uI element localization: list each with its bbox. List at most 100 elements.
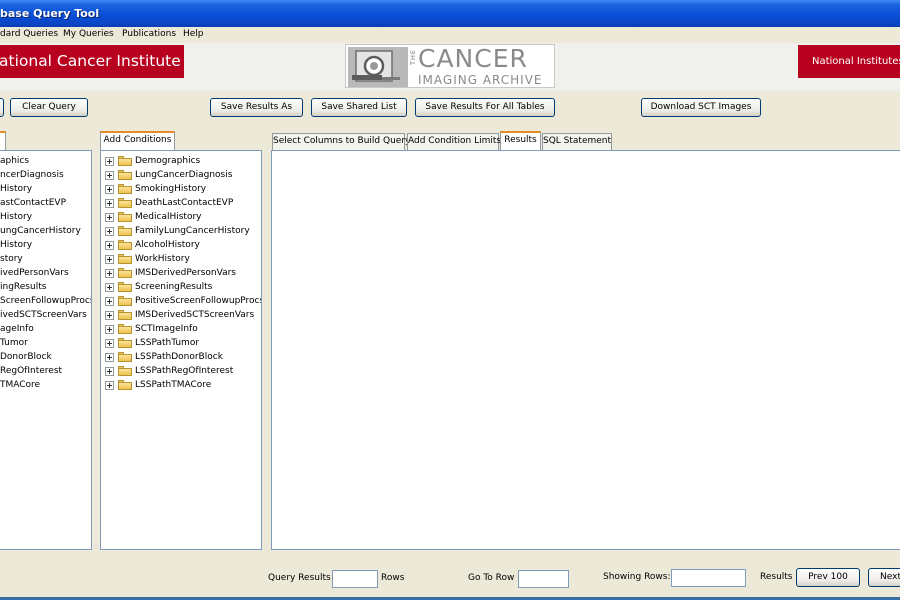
- left-tree-item[interactable]: story: [0, 252, 23, 266]
- left-panel-tab[interactable]: [0, 131, 6, 151]
- expand-plus-icon[interactable]: [105, 297, 114, 306]
- condition-tree-item[interactable]: SCTImageInfo: [101, 322, 261, 336]
- nci-logo-text: ational Cancer Institute: [0, 52, 181, 70]
- left-tree-item[interactable]: RegOfInterest: [0, 364, 62, 378]
- tab-sql-statement[interactable]: SQL Statement: [542, 133, 612, 150]
- expand-plus-icon[interactable]: [105, 199, 114, 208]
- left-tree-item[interactable]: aphics: [0, 154, 29, 168]
- results-pane[interactable]: [271, 150, 900, 550]
- save-shared-list-button[interactable]: Save Shared List: [311, 98, 407, 117]
- tab-results[interactable]: Results: [500, 131, 541, 150]
- left-tree-item[interactable]: History: [0, 182, 32, 196]
- condition-tree-item[interactable]: FamilyLungCancerHistory: [101, 224, 261, 238]
- condition-tree-label: IMSDerivedPersonVars: [135, 268, 236, 278]
- tab-select-columns[interactable]: Select Columns to Build Query: [272, 133, 410, 150]
- left-tree-item[interactable]: ncerDiagnosis: [0, 168, 64, 182]
- prev-100-button[interactable]: Prev 100: [796, 568, 860, 587]
- condition-tree-item[interactable]: LSSPathDonorBlock: [101, 350, 261, 364]
- folder-icon: [118, 198, 132, 208]
- query-results-field[interactable]: [332, 570, 378, 588]
- expand-plus-icon[interactable]: [105, 353, 114, 362]
- left-tree-item[interactable]: ungCancerHistory: [0, 224, 81, 238]
- condition-tree-item[interactable]: MedicalHistory: [101, 210, 261, 224]
- save-results-all-tables-button[interactable]: Save Results For All Tables: [415, 98, 555, 117]
- condition-tree-label: MedicalHistory: [135, 212, 202, 222]
- condition-tree-item[interactable]: DeathLastContactEVP: [101, 196, 261, 210]
- left-tree-item[interactable]: ingResults: [0, 280, 46, 294]
- menu-my-queries[interactable]: My Queries: [63, 29, 114, 39]
- condition-tree-item[interactable]: LungCancerDiagnosis: [101, 168, 261, 182]
- window-title: base Query Tool: [0, 7, 100, 20]
- condition-tree-item[interactable]: IMSDerivedSCTScreenVars: [101, 308, 261, 322]
- condition-tree-label: SCTImageInfo: [135, 324, 198, 334]
- condition-tree-item[interactable]: LSSPathTumor: [101, 336, 261, 350]
- go-to-row-label: Go To Row: [468, 573, 515, 583]
- nih-logo-text: National Institutes: [812, 56, 900, 67]
- left-tree-item[interactable]: Tumor: [0, 336, 28, 350]
- expand-plus-icon[interactable]: [105, 185, 114, 194]
- expand-plus-icon[interactable]: [105, 171, 114, 180]
- results-label: Results: [760, 572, 793, 582]
- condition-tree-item[interactable]: ScreeningResults: [101, 280, 261, 294]
- expand-plus-icon[interactable]: [105, 339, 114, 348]
- expand-plus-icon[interactable]: [105, 269, 114, 278]
- folder-icon: [118, 170, 132, 180]
- status-bar: Query Results Rows Go To Row Showing Row…: [0, 560, 900, 600]
- condition-tree-label: LSSPathTMACore: [135, 380, 212, 390]
- partial-left-button[interactable]: [0, 98, 4, 117]
- expand-plus-icon[interactable]: [105, 311, 114, 320]
- condition-tree-item[interactable]: LSSPathRegOfInterest: [101, 364, 261, 378]
- menu-help[interactable]: Help: [183, 29, 204, 39]
- go-to-row-input[interactable]: [518, 570, 569, 588]
- menu-standard-queries[interactable]: dard Queries: [0, 29, 58, 39]
- left-tree-panel[interactable]: aphics ncerDiagnosis History astContactEVP H…: [0, 150, 92, 550]
- condition-tree-label: AlcoholHistory: [135, 240, 200, 250]
- expand-plus-icon[interactable]: [105, 227, 114, 236]
- expand-plus-icon[interactable]: [105, 157, 114, 166]
- expand-plus-icon[interactable]: [105, 381, 114, 390]
- download-sct-images-button[interactable]: Download SCT Images: [641, 98, 761, 117]
- left-tree-item[interactable]: History: [0, 238, 32, 252]
- folder-icon: [118, 240, 132, 250]
- folder-icon: [118, 366, 132, 376]
- condition-tree-item[interactable]: WorkHistory: [101, 252, 261, 266]
- condition-tree-label: IMSDerivedSCTScreenVars: [135, 310, 255, 320]
- left-tree-item[interactable]: TMACore: [0, 378, 40, 392]
- clear-query-button[interactable]: Clear Query: [10, 98, 88, 117]
- left-tree-item[interactable]: ivedPersonVars: [0, 266, 69, 280]
- expand-plus-icon[interactable]: [105, 255, 114, 264]
- folder-icon: [118, 212, 132, 222]
- expand-plus-icon[interactable]: [105, 325, 114, 334]
- condition-tree-item[interactable]: SmokingHistory: [101, 182, 261, 196]
- save-results-as-button[interactable]: Save Results As: [210, 98, 303, 117]
- left-tree-item[interactable]: ivedSCTScreenVars: [0, 308, 87, 322]
- tcia-logo: THE CANCER IMAGING ARCHIVE: [345, 44, 555, 88]
- condition-tree-item[interactable]: LSSPathTMACore: [101, 378, 261, 392]
- condition-tree-label: LSSPathDonorBlock: [135, 352, 223, 362]
- left-tree-item[interactable]: ScreenFollowupProcs: [0, 294, 91, 308]
- expand-plus-icon[interactable]: [105, 213, 114, 222]
- condition-tree-item[interactable]: AlcoholHistory: [101, 238, 261, 252]
- showing-rows-field[interactable]: [671, 569, 746, 587]
- left-tree-item[interactable]: History: [0, 210, 32, 224]
- left-tree-item[interactable]: astContactEVP: [0, 196, 66, 210]
- folder-icon: [118, 226, 132, 236]
- condition-tree-item[interactable]: Demographics: [101, 154, 261, 168]
- condition-tree-item[interactable]: PositiveScreenFollowupProcs: [101, 294, 261, 308]
- expand-plus-icon[interactable]: [105, 283, 114, 292]
- conditions-tree-panel[interactable]: Demographics LungCancerDiagnosis SmokingHi…: [100, 150, 262, 550]
- condition-tree-item[interactable]: IMSDerivedPersonVars: [101, 266, 261, 280]
- condition-tree-label: LSSPathRegOfInterest: [135, 366, 234, 376]
- add-conditions-tab[interactable]: Add Conditions: [100, 131, 175, 151]
- left-tree-item[interactable]: DonorBlock: [0, 350, 52, 364]
- expand-plus-icon[interactable]: [105, 367, 114, 376]
- folder-icon: [118, 156, 132, 166]
- folder-icon: [118, 324, 132, 334]
- condition-tree-label: ScreeningResults: [135, 282, 213, 292]
- tab-add-condition-limits[interactable]: Add Condition Limits: [407, 133, 501, 150]
- menu-publications[interactable]: Publications: [122, 29, 176, 39]
- left-tree-item[interactable]: ageInfo: [0, 322, 34, 336]
- condition-tree-label: LSSPathTumor: [135, 338, 200, 348]
- next-button[interactable]: Next: [868, 568, 900, 587]
- expand-plus-icon[interactable]: [105, 241, 114, 250]
